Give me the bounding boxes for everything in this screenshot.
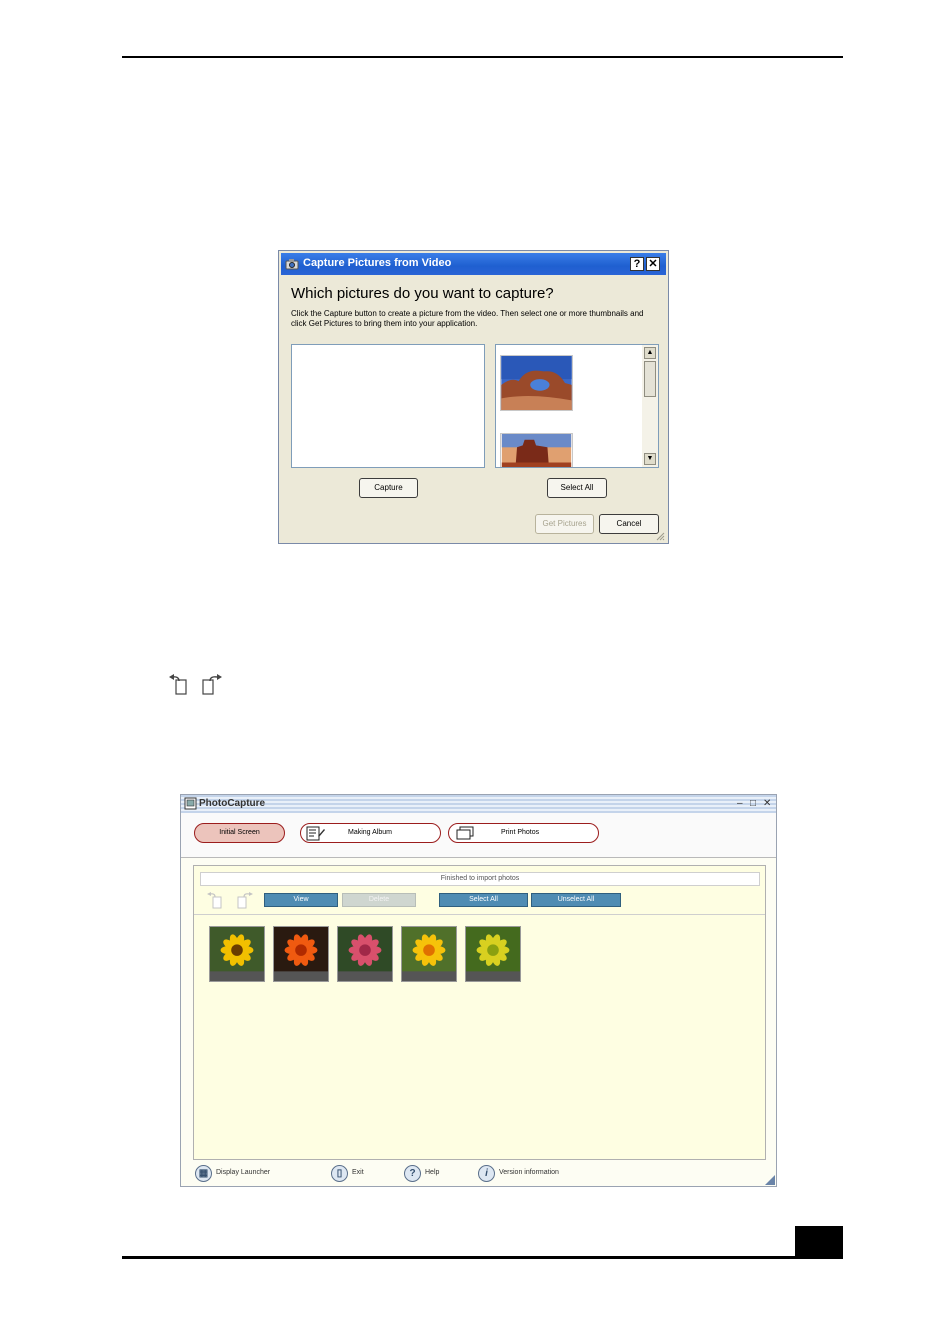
tab-label: Making Album [348, 829, 392, 836]
rotate-right-icon [202, 674, 222, 695]
window-title: PhotoCapture [199, 798, 266, 809]
tab-print-photos[interactable]: Print Photos [448, 823, 599, 843]
unselect-all-button[interactable]: Unselect All [531, 893, 621, 907]
scroll-up-button[interactable]: ▲ [644, 347, 656, 359]
window-title-bar[interactable]: PhotoCapture – □ ✕ [181, 795, 776, 813]
capture-pictures-dialog: Capture Pictures from Video ? ✕ Which pi… [278, 250, 669, 544]
thumbnail-list[interactable]: ▲ ▼ [495, 344, 659, 468]
photocapture-app-icon [184, 797, 197, 810]
page-number-tab [795, 1226, 843, 1259]
dialog-title-bar[interactable]: Capture Pictures from Video ? ✕ [281, 253, 666, 275]
rotate-right-icon[interactable] [234, 892, 254, 909]
minimize-button[interactable]: – [737, 798, 743, 809]
resize-grip-icon[interactable] [765, 1175, 775, 1185]
select-all-button[interactable]: Select All [547, 478, 607, 498]
exit-button[interactable]: ▯ Exit [331, 1165, 381, 1183]
footer-label: Exit [352, 1169, 364, 1176]
dialog-heading: Which pictures do you want to capture? [291, 285, 554, 302]
tab-initial-screen[interactable]: Initial Screen [194, 823, 285, 843]
camera-icon [285, 259, 299, 270]
print-photos-icon [456, 826, 474, 840]
video-preview-pane [291, 344, 485, 468]
thumbnail-arch[interactable] [500, 355, 573, 411]
scroll-down-button[interactable]: ▼ [644, 453, 656, 465]
mode-tab-bar: Initial Screen Making Album Print Photos [181, 813, 776, 858]
thumbnail-scrollbar[interactable]: ▲ ▼ [642, 345, 658, 467]
tab-making-album[interactable]: Making Album [300, 823, 441, 843]
view-button[interactable]: View [264, 893, 338, 907]
close-button[interactable]: ✕ [646, 257, 660, 271]
photo-thumbnail-yellow-daisy[interactable] [209, 926, 265, 982]
info-icon: i [478, 1165, 495, 1182]
help-button[interactable]: ? Help [404, 1165, 454, 1183]
toolbar-divider [194, 914, 765, 915]
delete-button[interactable]: Delete [342, 893, 416, 907]
resize-grip-icon[interactable] [655, 531, 665, 541]
photo-panel: Finished to import photos View Delete Se… [193, 865, 766, 1160]
cancel-button[interactable]: Cancel [599, 514, 659, 534]
footer-label: Help [425, 1169, 440, 1176]
album-icon [306, 826, 325, 841]
display-launcher-button[interactable]: ▦ Display Launcher [195, 1165, 295, 1183]
status-bar: Finished to import photos [200, 872, 760, 886]
footer-label: Version information [499, 1169, 559, 1176]
scroll-thumb[interactable] [644, 361, 656, 397]
launcher-icon: ▦ [195, 1165, 212, 1182]
help-button[interactable]: ? [630, 257, 644, 271]
exit-icon: ▯ [331, 1165, 348, 1182]
photo-thumbnail-pink-rose[interactable] [337, 926, 393, 982]
version-information-button[interactable]: i Version information [478, 1165, 588, 1183]
close-button[interactable]: ✕ [763, 798, 771, 809]
footer-rule [122, 1256, 843, 1259]
photo-thumbnail-small-yellow-flowers[interactable] [465, 926, 521, 982]
photo-thumbnail-orange-leaves[interactable] [273, 926, 329, 982]
thumbnail-butte[interactable] [500, 433, 573, 468]
rotate-left-icon [169, 674, 187, 695]
footer-label: Display Launcher [216, 1169, 271, 1176]
select-all-button[interactable]: Select All [439, 893, 528, 907]
dialog-title: Capture Pictures from Video [303, 257, 452, 269]
photo-thumbnail-yellow-orange-flowers[interactable] [401, 926, 457, 982]
tab-label: Print Photos [501, 829, 540, 836]
get-pictures-button[interactable]: Get Pictures [535, 514, 594, 534]
maximize-button[interactable]: □ [750, 798, 756, 809]
dialog-instructions: Click the Capture button to create a pic… [291, 309, 644, 328]
header-rule [122, 56, 843, 58]
capture-button[interactable]: Capture [359, 478, 418, 498]
photocapture-window: PhotoCapture – □ ✕ Initial Screen Making… [180, 794, 777, 1187]
help-icon: ? [404, 1165, 421, 1182]
rotate-left-icon[interactable] [206, 892, 226, 909]
